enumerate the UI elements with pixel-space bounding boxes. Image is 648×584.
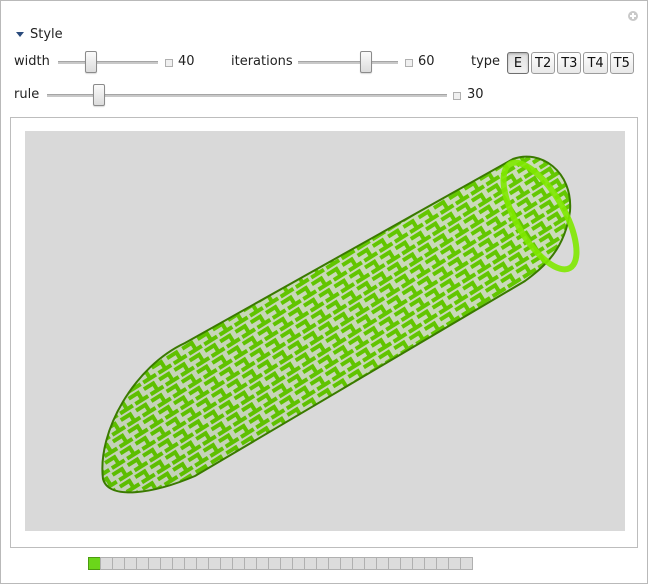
width-expand-icon[interactable] xyxy=(165,59,173,67)
plot-3d[interactable] xyxy=(25,131,625,531)
iterations-slider-track[interactable] xyxy=(298,61,398,64)
iterations-expand-icon[interactable] xyxy=(405,59,413,67)
triangle-down-icon xyxy=(16,32,24,37)
style-label: Style xyxy=(30,27,63,42)
rule-value: 30 xyxy=(467,87,484,102)
iterations-value: 60 xyxy=(418,54,435,69)
animation-frame-strip[interactable] xyxy=(88,557,473,570)
width-label: width xyxy=(14,54,50,69)
rule-label: rule xyxy=(14,87,40,102)
type-label: type xyxy=(471,54,501,69)
iterations-slider-thumb[interactable] xyxy=(360,51,372,73)
rule-expand-icon[interactable] xyxy=(453,92,461,100)
cellular-automaton-tube xyxy=(101,155,580,494)
width-slider-track[interactable] xyxy=(58,61,158,64)
type-setter-bar: E T2 T3 T4 T5 xyxy=(507,52,636,74)
iterations-label: iterations xyxy=(231,54,293,69)
type-button-t2[interactable]: T2 xyxy=(531,52,556,74)
type-button-t3[interactable]: T3 xyxy=(557,52,582,74)
width-value: 40 xyxy=(178,54,195,69)
style-toggle[interactable]: Style xyxy=(16,27,63,42)
type-button-t4[interactable]: T4 xyxy=(583,52,608,74)
type-button-e[interactable]: E xyxy=(507,52,529,74)
animation-frame-cell[interactable] xyxy=(460,557,473,570)
width-slider-thumb[interactable] xyxy=(85,51,97,73)
type-button-t5[interactable]: T5 xyxy=(609,52,634,74)
rule-slider-track[interactable] xyxy=(47,94,447,97)
rule-slider-thumb[interactable] xyxy=(93,84,105,106)
add-icon[interactable] xyxy=(628,11,638,21)
